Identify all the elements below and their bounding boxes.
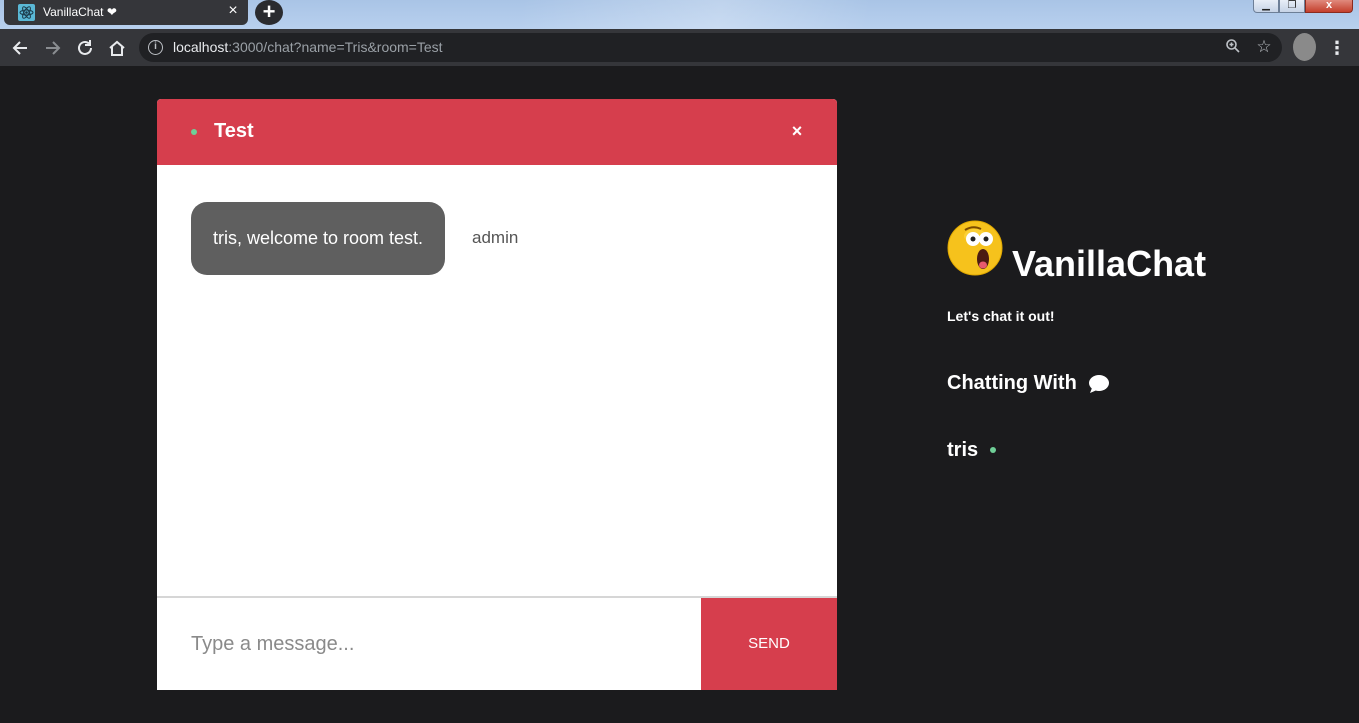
browser-tab[interactable]: VanillaChat ❤ × — [4, 0, 248, 25]
restore-icon: ❐ — [1287, 0, 1297, 11]
minimize-icon: ▁ — [1262, 0, 1270, 11]
browser-menu-icon[interactable]: ⋮ — [1328, 37, 1346, 59]
message-composer: SEND — [157, 596, 837, 690]
window-minimize-button[interactable]: ▁ — [1253, 0, 1279, 13]
window-close-icon: x — [1325, 0, 1333, 11]
send-button[interactable]: SEND — [701, 598, 837, 690]
url-text[interactable]: localhost:3000/chat?name=Tris&room=Test — [173, 39, 443, 55]
speech-bubble-icon — [1089, 374, 1110, 393]
chatting-with-heading: Chatting With — [947, 372, 1110, 395]
chat-header: Test × — [157, 99, 837, 165]
close-chat-icon[interactable]: × — [789, 121, 805, 141]
message-sender: admin — [472, 228, 519, 247]
reload-icon[interactable] — [74, 37, 96, 59]
room-online-indicator — [191, 129, 197, 135]
home-icon[interactable] — [106, 37, 128, 59]
app-tagline: Let's chat it out! — [947, 308, 1055, 324]
tab-title: VanillaChat ❤ — [43, 5, 117, 19]
url-host: localhost — [173, 39, 229, 55]
message-input[interactable] — [157, 598, 701, 690]
online-user-name: tris — [947, 439, 979, 461]
window-close-button[interactable]: x — [1305, 0, 1353, 13]
url-path: :3000/chat?name=Tris&room=Test — [228, 39, 443, 55]
browser-toolbar: i localhost:3000/chat?name=Tris&room=Tes… — [0, 29, 1359, 66]
chat-window: Test × tris, welcome to room test. admin… — [157, 99, 837, 690]
tab-close-icon[interactable]: × — [224, 2, 242, 20]
room-name: Test — [214, 120, 254, 142]
react-favicon-icon — [18, 4, 35, 21]
forward-arrow-icon[interactable] — [42, 37, 64, 59]
back-arrow-icon[interactable] — [9, 37, 31, 59]
address-bar[interactable]: i localhost:3000/chat?name=Tris&room=Tes… — [139, 33, 1282, 62]
bookmark-star-icon[interactable]: ☆ — [1254, 37, 1274, 57]
user-online-indicator — [990, 447, 996, 453]
message-list[interactable]: tris, welcome to room test. admin — [157, 165, 837, 596]
new-tab-button[interactable]: + — [255, 0, 283, 25]
tabstrip-decoration — [520, 0, 1020, 29]
astonished-face-emoji-icon — [947, 220, 1003, 276]
zoom-icon[interactable] — [1224, 38, 1242, 56]
app-name: VanillaChat — [1012, 243, 1207, 284]
profile-avatar[interactable] — [1293, 33, 1316, 61]
info-sidebar: VanillaChat Let's chat it out! Chatting … — [947, 220, 1307, 480]
window-restore-button[interactable]: ❐ — [1279, 0, 1305, 13]
browser-tabstrip: VanillaChat ❤ × + ▁ ❐ x — [0, 0, 1359, 29]
site-info-icon[interactable]: i — [148, 40, 163, 55]
chatting-with-label: Chatting With — [947, 372, 1077, 394]
message-bubble: tris, welcome to room test. — [191, 202, 446, 275]
